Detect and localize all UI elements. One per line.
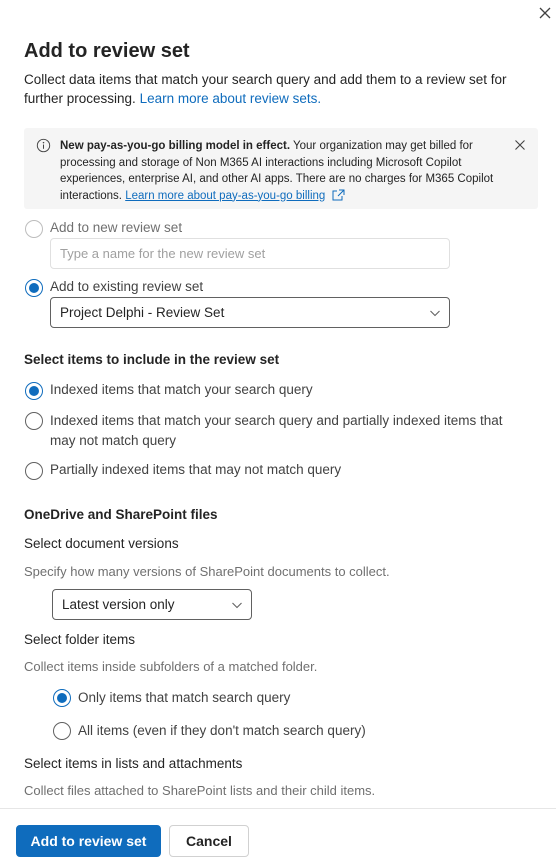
info-icon — [36, 138, 51, 153]
panel-description: Collect data items that match your searc… — [24, 70, 536, 108]
folder-option-radio-2[interactable] — [53, 722, 71, 740]
lists-hint: Collect files attached to SharePoint lis… — [24, 783, 376, 798]
cancel-button[interactable]: Cancel — [169, 825, 249, 857]
items-option-label-2: Indexed items that match your search que… — [50, 413, 503, 448]
new-review-set-name-input[interactable] — [51, 239, 449, 268]
items-option-label-1: Indexed items that match your search que… — [50, 382, 313, 397]
close-icon[interactable] — [536, 4, 554, 22]
dismiss-banner-icon[interactable] — [514, 139, 526, 151]
versions-value: Latest version only — [62, 597, 175, 612]
new-review-set-name-field[interactable] — [50, 238, 450, 269]
items-option-radio-3[interactable] — [25, 462, 43, 480]
panel-title: Add to review set — [24, 40, 190, 62]
folder-option-label-2: All items (even if they don't match sear… — [78, 723, 366, 738]
folder-hint: Collect items inside subfolders of a mat… — [24, 659, 318, 674]
billing-banner: New pay-as-you-go billing model in effec… — [24, 128, 538, 209]
banner-message: New pay-as-you-go billing model in effec… — [60, 138, 506, 204]
versions-dropdown[interactable]: Latest version only — [52, 589, 252, 620]
footer-divider — [0, 808, 556, 809]
learn-more-review-sets-link[interactable]: Learn more about review sets. — [140, 91, 322, 106]
existing-review-set-value: Project Delphi - Review Set — [60, 305, 225, 320]
banner-bold-text: New pay-as-you-go billing model in effec… — [60, 140, 291, 152]
lists-label: Select items in lists and attachments — [24, 756, 243, 771]
onedrive-section-heading: OneDrive and SharePoint files — [24, 507, 218, 522]
pay-as-you-go-link[interactable]: Learn more about pay-as-you-go billing — [125, 190, 325, 202]
new-review-set-label: Add to new review set — [50, 220, 183, 235]
existing-review-set-radio[interactable] — [25, 279, 43, 297]
new-review-set-radio[interactable] — [25, 220, 43, 238]
folder-option-radio-1[interactable] — [53, 689, 71, 707]
existing-review-set-dropdown[interactable]: Project Delphi - Review Set — [50, 297, 450, 328]
versions-hint: Specify how many versions of SharePoint … — [24, 564, 390, 579]
folder-label: Select folder items — [24, 632, 136, 647]
chevron-down-icon — [430, 310, 440, 317]
add-to-review-set-button[interactable]: Add to review set — [16, 825, 161, 857]
folder-option-label-1: Only items that match search query — [78, 690, 291, 705]
items-option-radio-1[interactable] — [25, 382, 43, 400]
existing-review-set-label: Add to existing review set — [50, 279, 204, 294]
external-link-icon — [332, 189, 345, 201]
items-option-radio-2[interactable] — [25, 412, 43, 430]
chevron-down-icon — [232, 602, 242, 609]
items-section-heading: Select items to include in the review se… — [24, 352, 280, 367]
versions-label: Select document versions — [24, 536, 179, 551]
items-option-label-3: Partially indexed items that may not mat… — [50, 462, 342, 477]
